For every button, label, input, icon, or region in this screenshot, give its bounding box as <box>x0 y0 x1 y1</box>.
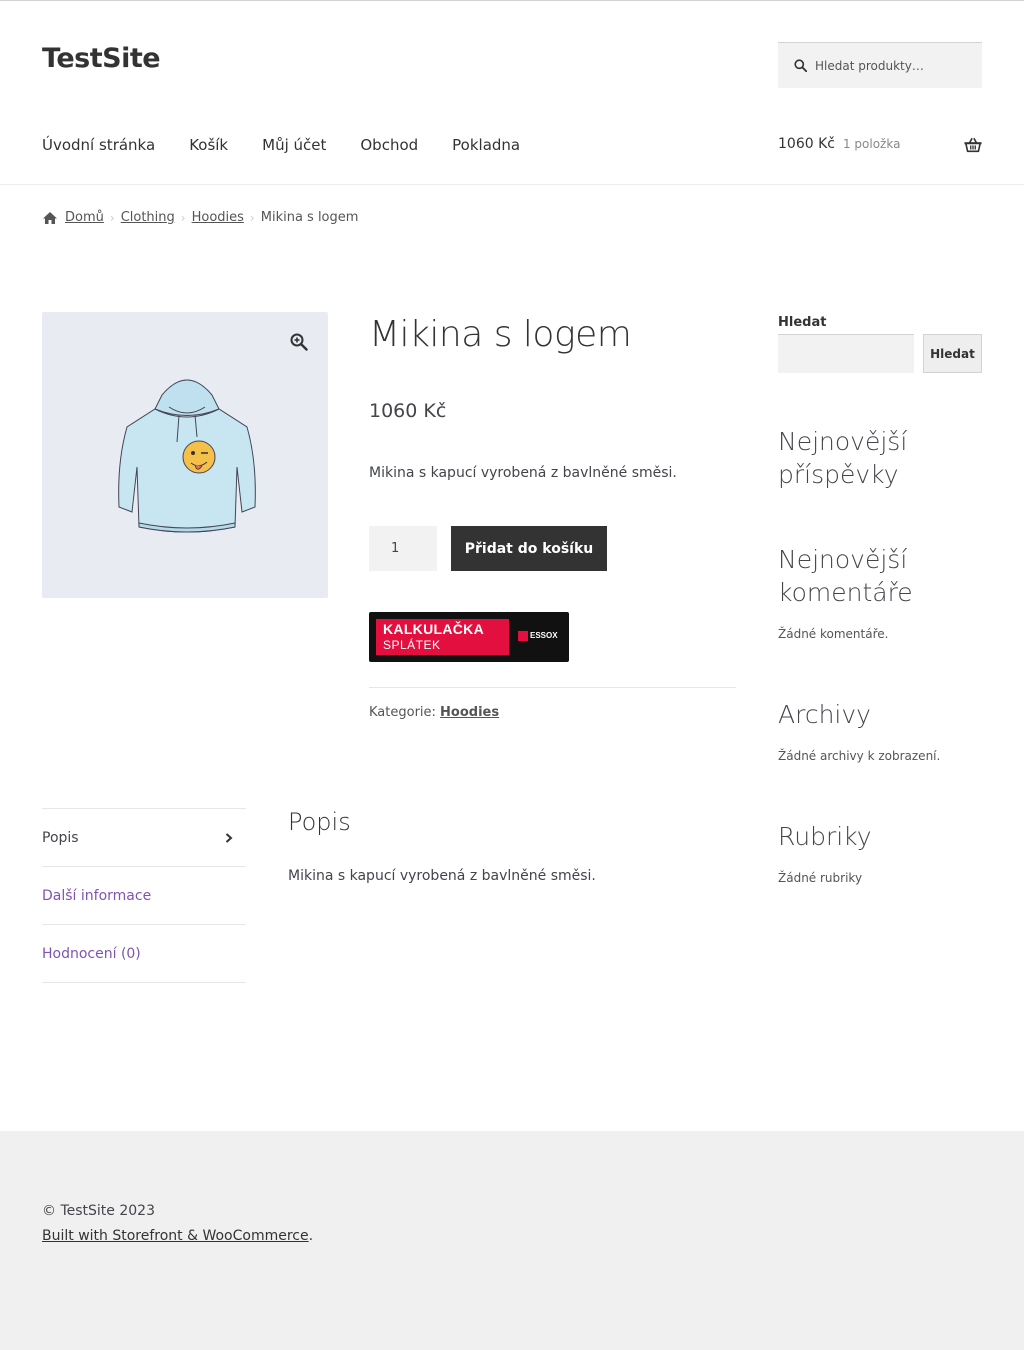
site-title[interactable]: TestSite <box>42 43 161 74</box>
product-search[interactable] <box>778 42 982 88</box>
recent-comments-text: Žádné komentáře. <box>778 627 889 641</box>
header-divider <box>0 184 1024 185</box>
tab-additional-info[interactable]: Další informace <box>42 867 246 925</box>
nav-item-account[interactable]: Můj účet <box>262 136 326 154</box>
cart-amount: 1060 Kč <box>778 136 835 152</box>
category-link[interactable]: Hoodies <box>440 705 499 720</box>
site-footer: © TestSite 2023 Built with Storefront & … <box>0 1131 1024 1350</box>
recent-comments-title: Nejnovější komentáře <box>778 545 913 607</box>
sidebar-search-label: Hledat <box>778 315 827 330</box>
archives-text: Žádné archivy k zobrazení. <box>778 749 941 763</box>
hoodie-illustration <box>118 379 256 533</box>
footer-credit-link[interactable]: Built with Storefront & WooCommerce <box>42 1228 309 1244</box>
summary-divider <box>369 687 736 688</box>
tab-label: Další informace <box>42 887 152 904</box>
breadcrumb-separator: › <box>109 210 115 225</box>
product-image[interactable] <box>42 312 328 598</box>
cart-count: 1 položka <box>842 137 901 151</box>
tab-description[interactable]: Popis <box>42 809 246 867</box>
tab-label: Hodnocení (0) <box>42 945 141 962</box>
add-to-cart-button[interactable]: Přidat do košíku <box>451 526 607 571</box>
zoom-icon[interactable] <box>290 333 308 351</box>
tab-label: Popis <box>42 829 79 846</box>
nav-item-shop[interactable]: Obchod <box>360 136 418 154</box>
footer-copyright: © TestSite 2023 <box>42 1203 155 1219</box>
essox-brand: ESSOX <box>530 631 558 640</box>
product-short-description: Mikina s kapucí vyrobená z bavlněné směs… <box>369 465 677 481</box>
categories-label: Kategorie: <box>369 705 436 720</box>
archives-title: Archivy <box>778 700 871 729</box>
nav-item-checkout[interactable]: Pokladna <box>452 136 520 154</box>
breadcrumb-category[interactable]: Clothing <box>121 210 175 225</box>
breadcrumb-separator: › <box>249 210 255 225</box>
calculator-title: KALKULAČKA <box>383 621 484 637</box>
breadcrumb-separator: › <box>180 210 186 225</box>
nav-item-home[interactable]: Úvodní stránka <box>42 136 155 154</box>
breadcrumb: Domů › Clothing › Hoodies › Mikina s log… <box>42 210 358 225</box>
tab-panel-title: Popis <box>288 808 351 836</box>
product-tabs: Popis Další informace Hodnocení (0) <box>42 808 246 983</box>
calculator-red-block: KALKULAČKA SPLÁTEK <box>376 619 509 655</box>
product-title: Mikina s logem <box>369 314 632 355</box>
tab-reviews[interactable]: Hodnocení (0) <box>42 925 246 983</box>
breadcrumb-subcategory[interactable]: Hoodies <box>192 210 244 225</box>
sidebar-search-input[interactable] <box>778 334 914 373</box>
main-navigation: Úvodní stránka Košík Můj účet Obchod Pok… <box>42 136 554 154</box>
home-icon <box>43 211 57 224</box>
breadcrumb-current: Mikina s logem <box>260 210 359 225</box>
footer-credit: Built with Storefront & WooCommerce. <box>42 1228 313 1244</box>
quantity-input[interactable] <box>369 526 437 571</box>
categories-widget-text: Žádné rubriky <box>778 871 863 885</box>
nav-item-cart[interactable]: Košík <box>189 136 228 154</box>
product-price: 1060 Kč <box>369 400 447 422</box>
breadcrumb-home[interactable]: Domů <box>65 210 104 225</box>
tab-panel-text: Mikina s kapucí vyrobená z bavlněné směs… <box>288 868 596 884</box>
product-categories: Kategorie: Hoodies <box>369 705 499 720</box>
categories-widget-title: Rubriky <box>778 822 872 851</box>
recent-posts-title: Nejnovější příspěvky <box>778 427 908 489</box>
calculator-subtitle: SPLÁTEK <box>383 638 441 652</box>
footer-credit-suffix: . <box>308 1228 314 1244</box>
product-search-input[interactable] <box>815 58 975 73</box>
sidebar-search-button[interactable]: Hledat <box>923 334 982 373</box>
essox-logo-icon <box>518 631 528 641</box>
header-cart[interactable]: 1060 Kč 1 položka <box>778 136 982 153</box>
top-border <box>0 0 1024 1</box>
installment-calculator-banner[interactable]: KALKULAČKA SPLÁTEK ESSOX <box>369 612 569 662</box>
chevron-right-icon <box>225 832 233 843</box>
search-icon <box>794 59 807 72</box>
basket-icon <box>964 137 982 153</box>
